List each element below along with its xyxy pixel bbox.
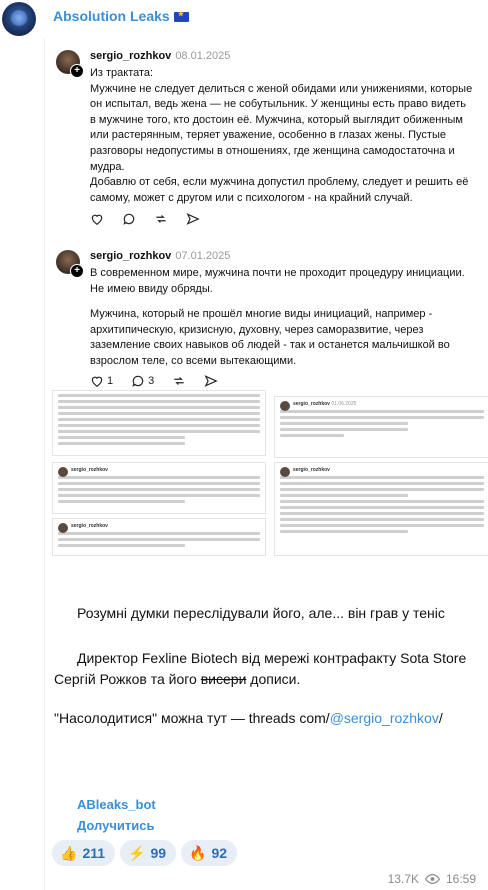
fire-icon: 🔥	[189, 844, 207, 861]
repost-icon	[154, 212, 168, 226]
bot-links: ABleaks_bot Долучитись	[77, 794, 156, 836]
reaction-thumbs-up[interactable]: 👍 211	[52, 840, 116, 866]
channel-title[interactable]: Absolution Leaks	[53, 8, 189, 24]
post-username: sergio_rozhkov 08.01.2025	[90, 50, 231, 62]
like-icon	[90, 212, 104, 226]
message-meta: 13.7K 16:59	[388, 872, 476, 886]
thumbnail-5: sergio_rozhkov	[274, 462, 488, 556]
share-icon	[186, 212, 200, 226]
threads-profile-link[interactable]: @sergio_rozhkov	[330, 710, 439, 726]
thumbs-up-icon: 👍	[60, 844, 78, 861]
thumbnail-2: sergio_rozhkov	[52, 462, 266, 514]
bot-link[interactable]: ABleaks_bot	[77, 794, 156, 815]
message-line-3: "Насолодитися" можна тут — threads com/@…	[54, 710, 443, 726]
thumbnail-4: sergio_rozhkov 01.06.2025	[274, 396, 488, 458]
post-username: sergio_rozhkov 07.01.2025	[90, 250, 231, 262]
comment-icon	[132, 375, 144, 387]
comment-icon	[122, 212, 136, 226]
thumb-avatar	[280, 467, 290, 477]
thumb-avatar	[58, 467, 68, 477]
repost-icon	[172, 374, 186, 388]
view-count: 13.7K	[387, 872, 419, 886]
eye-icon	[424, 874, 440, 884]
comment-action: 3	[131, 374, 154, 388]
like-icon	[91, 376, 103, 387]
post-actions	[90, 212, 200, 226]
reactions-bar: 👍 211 ⚡ 99 🔥 92	[52, 840, 238, 866]
eu-flag-icon	[173, 10, 189, 22]
post-text: В современном мире, мужчина почти не про…	[90, 267, 465, 367]
thumbnail-1	[52, 390, 266, 456]
follow-plus-icon: +	[70, 64, 84, 78]
thumb-avatar	[280, 401, 290, 411]
reaction-fire[interactable]: 🔥 92	[181, 840, 238, 866]
lightning-icon: ⚡	[128, 844, 146, 861]
join-link[interactable]: Долучитись	[77, 815, 156, 836]
reaction-lightning[interactable]: ⚡ 99	[120, 840, 177, 866]
follow-plus-icon: +	[70, 264, 84, 278]
post-actions: 1 3	[90, 374, 218, 388]
thumbnail-3: sergio_rozhkov	[52, 518, 266, 556]
share-icon	[204, 374, 218, 388]
like-action: 1	[90, 374, 113, 388]
channel-avatar[interactable]	[2, 2, 36, 36]
message-time: 16:59	[445, 872, 476, 886]
message-line-1: Розумні думки переслідували його, але...…	[77, 605, 445, 621]
channel-header: Absolution Leaks	[0, 0, 488, 38]
thumb-avatar	[58, 523, 68, 533]
screenshot-collage[interactable]: sergio_rozhkov sergio_rozhkov sergio_roz…	[52, 390, 488, 556]
message-line-2: Директор Fexline Biotech від мережі конт…	[54, 650, 467, 687]
post-text: Из трактата: Мужчине не следует делиться…	[90, 67, 473, 204]
